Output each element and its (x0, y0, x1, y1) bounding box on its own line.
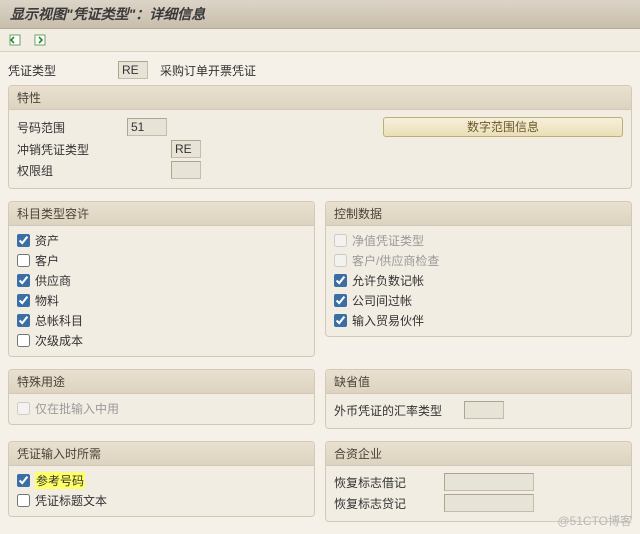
group-properties-title: 特性 (9, 86, 631, 110)
control-checkbox[interactable] (334, 314, 347, 327)
required-row: 参考号码 (17, 470, 306, 490)
group-control-data-title: 控制数据 (326, 202, 631, 226)
control-checkbox (334, 254, 347, 267)
control-label: 允许负数记帐 (352, 272, 424, 289)
special-checkbox (17, 402, 30, 415)
control-label: 净值凭证类型 (352, 232, 424, 249)
control-label: 公司间过帐 (352, 292, 412, 309)
doc-type-desc: 采购订单开票凭证 (160, 62, 256, 79)
authgroup-field[interactable] (171, 161, 201, 179)
doc-type-label: 凭证类型 (8, 62, 118, 79)
reverse-type-label: 冲销凭证类型 (17, 141, 127, 158)
account-type-row: 总帐科目 (17, 310, 306, 330)
window-title: 显示视图"凭证类型"：详细信息 (0, 0, 640, 29)
toolbar (0, 29, 640, 52)
special-row: 仅在批输入中用 (17, 398, 306, 418)
numrange-info-button[interactable]: 数字范围信息 (383, 117, 623, 137)
required-row: 凭证标题文本 (17, 490, 306, 510)
authgroup-label: 权限组 (17, 162, 127, 179)
account-type-checkbox[interactable] (17, 234, 30, 247)
account-type-checkbox[interactable] (17, 254, 30, 267)
account-type-checkbox[interactable] (17, 314, 30, 327)
account-type-label: 物料 (35, 292, 59, 309)
required-checkbox[interactable] (17, 474, 30, 487)
next-entry-icon[interactable] (33, 32, 49, 48)
group-joint-venture: 合资企业 恢复标志借记 恢复标志贷记 (325, 441, 632, 522)
jv-debit-field[interactable] (444, 473, 534, 491)
required-label: 参考号码 (35, 472, 85, 489)
jv-credit-label: 恢复标志贷记 (334, 495, 444, 512)
group-account-types: 科目类型容许 资产客户供应商物料总帐科目次级成本 (8, 201, 315, 357)
control-row: 净值凭证类型 (334, 230, 623, 250)
account-type-row: 次级成本 (17, 330, 306, 350)
control-label: 输入贸易伙伴 (352, 312, 424, 329)
jv-credit-field[interactable] (444, 494, 534, 512)
account-type-label: 资产 (35, 232, 59, 249)
control-label: 客户/供应商检查 (352, 252, 439, 269)
control-row: 公司间过帐 (334, 290, 623, 310)
group-properties: 特性 号码范围 51 数字范围信息 冲销凭证类型 RE 权限组 (8, 85, 632, 189)
group-default-values-title: 缺省值 (326, 370, 631, 394)
control-checkbox[interactable] (334, 294, 347, 307)
account-type-checkbox[interactable] (17, 334, 30, 347)
control-row: 允许负数记帐 (334, 270, 623, 290)
group-default-values: 缺省值 外币凭证的汇率类型 (325, 369, 632, 429)
group-required-entry: 凭证输入时所需 参考号码凭证标题文本 (8, 441, 315, 517)
account-type-row: 供应商 (17, 270, 306, 290)
group-joint-venture-title: 合资企业 (326, 442, 631, 466)
doc-type-field[interactable]: RE (118, 61, 148, 79)
account-type-checkbox[interactable] (17, 294, 30, 307)
group-account-types-title: 科目类型容许 (9, 202, 314, 226)
watermark: @51CTO博客 (557, 512, 632, 529)
control-checkbox (334, 234, 347, 247)
group-special-usage-title: 特殊用途 (9, 370, 314, 394)
control-row: 客户/供应商检查 (334, 250, 623, 270)
reverse-type-field[interactable]: RE (171, 140, 201, 158)
special-label: 仅在批输入中用 (35, 400, 119, 417)
prev-entry-icon[interactable] (8, 32, 24, 48)
account-type-label: 总帐科目 (35, 312, 83, 329)
account-type-label: 供应商 (35, 272, 71, 289)
group-required-entry-title: 凭证输入时所需 (9, 442, 314, 466)
account-type-row: 客户 (17, 250, 306, 270)
fx-rate-type-field[interactable] (464, 401, 504, 419)
numrange-field[interactable]: 51 (127, 118, 167, 136)
group-control-data: 控制数据 净值凭证类型客户/供应商检查允许负数记帐公司间过帐输入贸易伙伴 (325, 201, 632, 337)
required-checkbox[interactable] (17, 494, 30, 507)
account-type-checkbox[interactable] (17, 274, 30, 287)
account-type-label: 客户 (35, 252, 59, 269)
fx-rate-type-label: 外币凭证的汇率类型 (334, 402, 464, 419)
required-label: 凭证标题文本 (35, 492, 107, 509)
account-type-label: 次级成本 (35, 332, 83, 349)
numrange-label: 号码范围 (17, 119, 127, 136)
account-type-row: 物料 (17, 290, 306, 310)
account-type-row: 资产 (17, 230, 306, 250)
group-special-usage: 特殊用途 仅在批输入中用 (8, 369, 315, 425)
jv-debit-label: 恢复标志借记 (334, 474, 444, 491)
control-row: 输入贸易伙伴 (334, 310, 623, 330)
control-checkbox[interactable] (334, 274, 347, 287)
